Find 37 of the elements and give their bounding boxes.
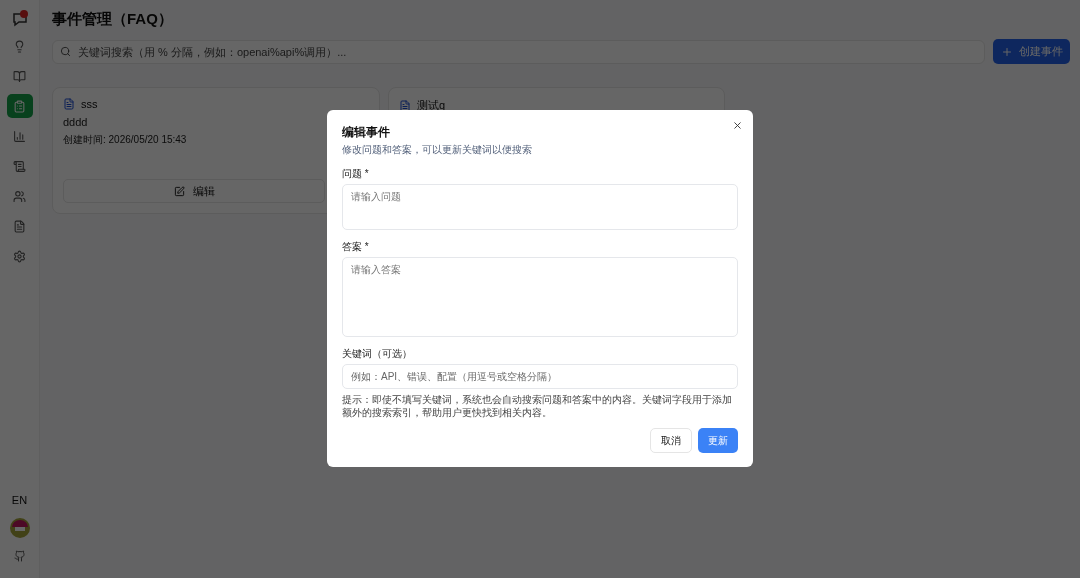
plus-icon xyxy=(1000,45,1013,58)
edit-icon xyxy=(173,185,185,197)
language-button[interactable]: EN xyxy=(11,488,28,512)
search-field[interactable]: 关键词搜索（用 % 分隔，例如：openai%api%调用）... xyxy=(52,39,985,64)
nav-icon xyxy=(13,189,26,203)
field-label: 关键词（可选） xyxy=(342,347,413,361)
document-icon xyxy=(63,98,75,110)
close-icon xyxy=(732,120,743,131)
update-button[interactable]: 更新 xyxy=(698,428,738,453)
text-area[interactable]: 请输入问题 xyxy=(342,184,738,230)
nav-icon xyxy=(13,39,26,53)
avatar[interactable] xyxy=(9,518,30,538)
sidebar-item[interactable] xyxy=(6,94,33,118)
close-button[interactable] xyxy=(732,120,743,131)
field-label: 问题 * xyxy=(342,167,370,181)
page-title: 事件管理（FAQ） xyxy=(52,10,174,29)
logo-icon[interactable] xyxy=(10,10,29,28)
text-area[interactable]: 请输入答案 xyxy=(342,257,738,337)
nav-icon xyxy=(13,249,26,263)
nav-icon xyxy=(13,99,26,113)
nav-icon xyxy=(13,219,26,233)
create-button[interactable]: 创建事件 xyxy=(993,39,1070,64)
card-date: 创建时间: 2026/05/20 15:43 xyxy=(63,133,188,147)
dialog-title: 编辑事件 xyxy=(342,124,391,141)
dialog-description: 修改问题和答案，可以更新关键词以便搜索 xyxy=(342,143,533,157)
edit-button[interactable]: 编辑 xyxy=(63,179,325,203)
card-answer: dddd xyxy=(63,116,89,128)
nav-icon xyxy=(13,129,26,143)
hint-text: 提示：即使不填写关键词，系统也会自动搜索问题和答案中的内容。关键词字段用于添加额外的搜索索引，帮助用户更快找到相关内容。 xyxy=(342,393,733,419)
card-title: sss xyxy=(81,98,98,110)
input-field[interactable]: 例如：API、错误、配置（用逗号或空格分隔） xyxy=(342,364,738,389)
search-icon xyxy=(60,45,71,57)
nav-icon xyxy=(13,69,26,83)
cancel-button[interactable]: 取消 xyxy=(650,428,692,453)
document-icon xyxy=(399,99,411,112)
field-label: 答案 * xyxy=(342,240,370,254)
nav-icon xyxy=(13,159,26,173)
